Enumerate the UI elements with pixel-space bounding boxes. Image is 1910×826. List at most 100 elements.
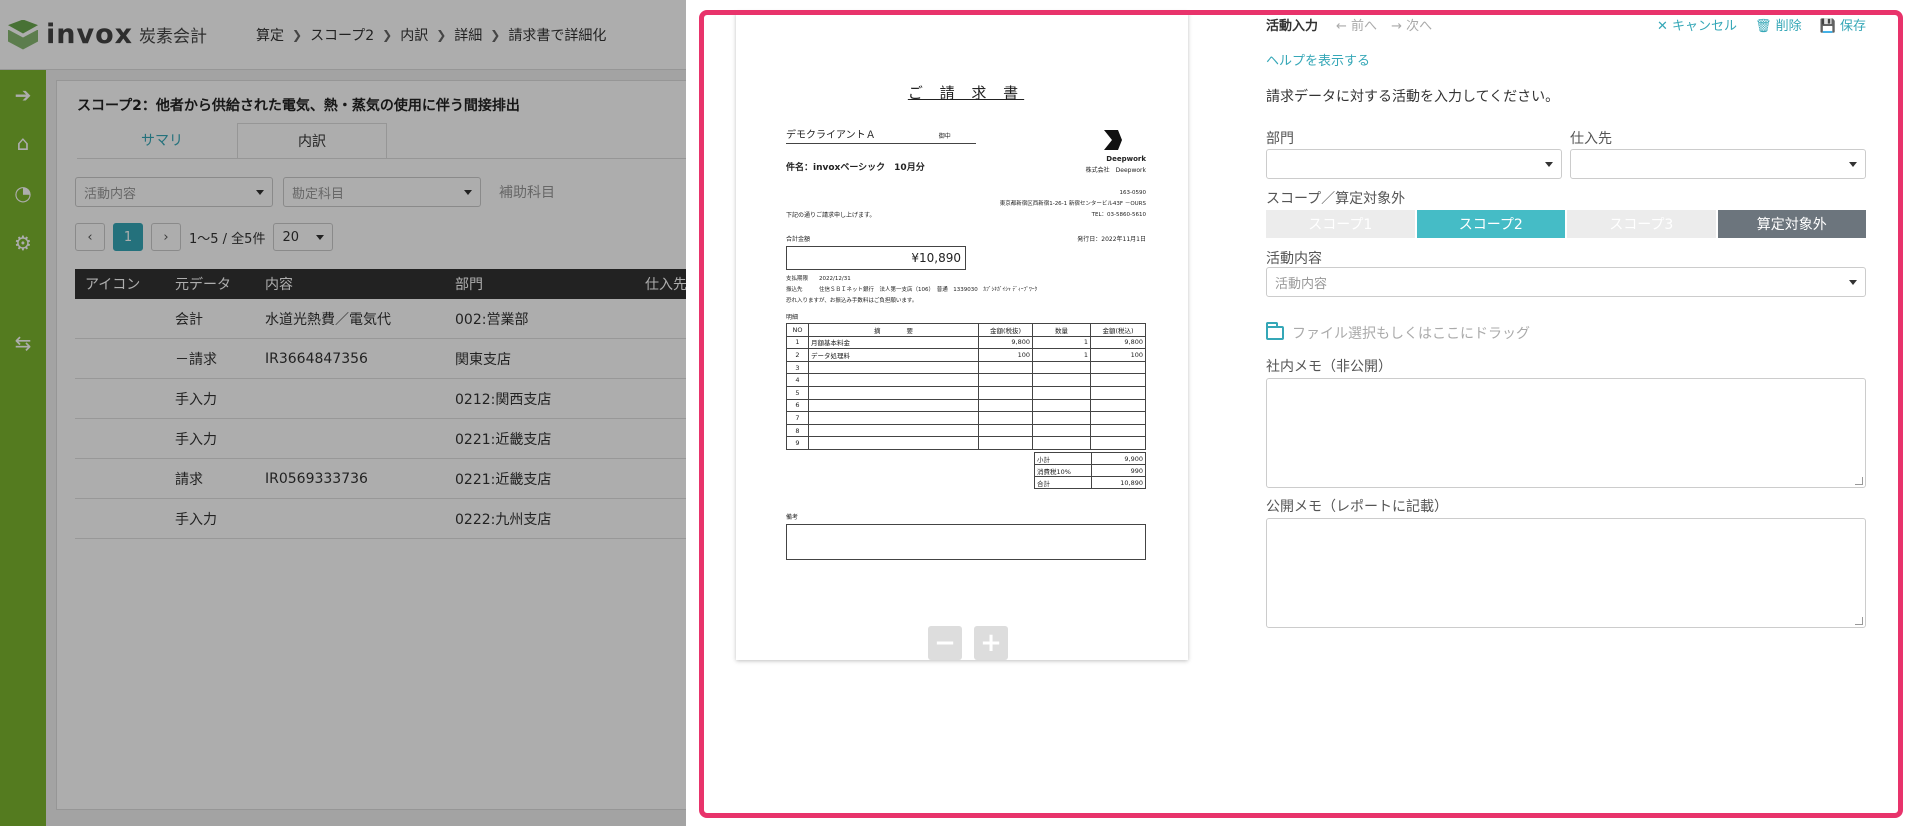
- file-drop-label: ファイル選択もしくはここにドラッグ: [1292, 326, 1530, 342]
- invoice-preview: ご 請 求 書 デモクライアントＡ 御中 件名：invoxベーシック 10月分 …: [736, 12, 1188, 660]
- invoice-subtotal-label: 小計: [1033, 452, 1093, 465]
- table-row[interactable]: －請求 IR3664847356 関東支店: [75, 339, 715, 379]
- invoice-item-no: 5: [786, 385, 809, 400]
- toolbar-actions: ✕ キャンセル 🗑 削除 💾 保存: [1657, 15, 1866, 34]
- invoice-item-desc: データ処理料: [808, 348, 979, 362]
- logo[interactable]: invox 炭素会計: [8, 19, 256, 50]
- arrow-right-circle-icon[interactable]: ➔: [0, 80, 46, 110]
- prev-page-button[interactable]: ‹: [75, 223, 105, 251]
- sub-account-filter[interactable]: 補助科目: [499, 182, 555, 202]
- invoice-address-block: 163-0590 東京都新宿区西新宿1-26-1 新宿センタービル43F －OU…: [896, 188, 1146, 221]
- scope3-button[interactable]: スコープ3: [1567, 210, 1716, 238]
- tab-summary[interactable]: サマリ: [87, 123, 237, 159]
- cancel-button[interactable]: ✕ キャンセル: [1657, 15, 1737, 34]
- invoice-item-price: 100: [978, 348, 1033, 362]
- invoice-item-row: 5: [786, 385, 1146, 400]
- invoice-item-no: 4: [786, 373, 809, 387]
- excluded-button[interactable]: 算定対象外: [1717, 210, 1866, 238]
- transfer-icon[interactable]: ⇆: [0, 328, 46, 358]
- scope-title: スコープ2：他者から供給された電気、熱・蒸気の使用に伴う間接排出: [77, 98, 520, 114]
- activity-filter-select[interactable]: 活動内容: [75, 177, 273, 207]
- invoice-item-no: 2: [786, 348, 809, 362]
- breadcrumb-item[interactable]: 算定: [256, 25, 284, 45]
- invoice-note-box: [786, 524, 1146, 560]
- caret-down-icon: [1849, 161, 1857, 167]
- table-row[interactable]: 請求 IR0569333736 0221:近畿支店: [75, 459, 715, 499]
- deepwork-logo-icon: [1104, 130, 1122, 150]
- scope-card: スコープ2：他者から供給された電気、熱・蒸気の使用に伴う間接排出 サマリ 内訳 …: [56, 80, 717, 810]
- invoice-item-row: 4: [786, 373, 1146, 387]
- dept-select[interactable]: [1266, 149, 1562, 179]
- invoice-item-qty: 1: [1032, 348, 1091, 362]
- resize-handle-icon[interactable]: [1855, 477, 1863, 485]
- save-button[interactable]: 💾 保存: [1820, 15, 1866, 34]
- breadcrumb-item[interactable]: 詳細: [454, 25, 482, 45]
- invoice-bank: 振込先 住信ＳＢＩネット銀行 法人第一支店（106） 普通 1339030 ｶﾌ…: [786, 287, 1038, 293]
- cancel-label: キャンセル: [1671, 18, 1737, 34]
- scope1-button[interactable]: スコープ1: [1266, 210, 1415, 238]
- scope2-button[interactable]: スコープ2: [1416, 210, 1565, 238]
- supplier-select[interactable]: [1570, 149, 1866, 179]
- file-drop-zone[interactable]: ファイル選択もしくはここにドラッグ: [1266, 322, 1530, 343]
- public-memo-label: 公開メモ（レポートに記載）: [1266, 499, 1448, 515]
- form-title: 活動入力: [1266, 18, 1319, 34]
- invoice-company-line: 株式会社 Deepwork: [1085, 167, 1146, 174]
- logo-subtitle: 炭素会計: [139, 27, 208, 47]
- prev-button[interactable]: ← 前へ: [1336, 15, 1377, 34]
- internal-memo-input[interactable]: [1266, 378, 1866, 488]
- delete-button[interactable]: 🗑 削除: [1755, 15, 1802, 34]
- help-link[interactable]: ヘルプを表示する: [1266, 50, 1370, 69]
- tab-breakdown[interactable]: 内訳: [237, 123, 387, 159]
- sidebar: ➔ ⌂ ◔ ⚙ ⇆: [0, 70, 46, 826]
- home-icon[interactable]: ⌂: [0, 128, 46, 158]
- invoice-col-total: 金額(税込): [1090, 323, 1146, 337]
- invoice-col-qty: 数量: [1032, 323, 1091, 337]
- delete-label: 削除: [1775, 18, 1802, 34]
- pie-chart-icon[interactable]: ◔: [0, 178, 46, 208]
- chevron-left-icon: ‹: [87, 229, 93, 245]
- invoice-item-row: 9: [786, 436, 1146, 450]
- resize-handle-icon[interactable]: [1855, 617, 1863, 625]
- invoice-client-name: デモクライアントＡ: [786, 130, 876, 141]
- tabs: サマリ 内訳: [87, 123, 387, 159]
- activity-select[interactable]: 活動内容: [1266, 267, 1866, 297]
- zoom-in-button[interactable]: +: [974, 626, 1008, 660]
- app-header: invox 炭素会計 算定 ❯ スコープ2 ❯ 内訳 ❯ 詳細 ❯ 請求書で詳細…: [0, 0, 686, 70]
- zoom-out-button[interactable]: −: [928, 626, 962, 660]
- table-row[interactable]: 手入力 0222:九州支店: [75, 499, 715, 539]
- invoice-amount: ¥10,890: [786, 246, 966, 270]
- invoice-item-no: 1: [786, 335, 809, 350]
- invoice-client: デモクライアントＡ 御中: [786, 126, 976, 144]
- table-header: アイコン 元データ 内容 部門 仕入先: [75, 269, 715, 299]
- cell-source: 手入力: [175, 391, 217, 408]
- scope-label: スコープ／算定対象外: [1266, 191, 1406, 207]
- breadcrumb-item[interactable]: スコープ2: [310, 25, 374, 45]
- chevron-right-icon: ❯: [436, 27, 447, 42]
- account-filter-select[interactable]: 勘定科目: [283, 177, 481, 207]
- current-page-button[interactable]: 1: [113, 223, 143, 251]
- invoice-item-no: 8: [786, 423, 809, 438]
- chevron-right-icon: ❯: [490, 27, 501, 42]
- breadcrumb-item[interactable]: 内訳: [400, 25, 428, 45]
- next-page-button[interactable]: ›: [151, 223, 181, 251]
- trash-icon: 🗑: [1755, 18, 1776, 34]
- public-memo-input[interactable]: [1266, 518, 1866, 628]
- table-row[interactable]: 会計 水道光熱費／電気代 002:営業部: [75, 299, 715, 339]
- gear-icon[interactable]: ⚙: [0, 228, 46, 258]
- cell-source: 会計: [175, 311, 203, 328]
- table-row[interactable]: 手入力 0212:関西支店: [75, 379, 715, 419]
- invoice-items-header: NO 摘 要 金額(税抜) 数量 金額(税込): [786, 323, 1146, 337]
- cell-content: IR3664847356: [265, 350, 368, 367]
- invoice-item-price: 9,800: [978, 335, 1033, 350]
- main-content: スコープ2：他者から供給された電気、熱・蒸気の使用に伴う間接排出 サマリ 内訳 …: [46, 70, 717, 826]
- close-icon: ✕: [1656, 18, 1672, 34]
- page-size-select[interactable]: 20: [273, 223, 334, 251]
- invoice-company-block: Deepwork 株式会社 Deepwork: [1056, 154, 1146, 176]
- chevron-right-icon: ❯: [382, 27, 393, 42]
- table-row[interactable]: 手入力 0221:近畿支店: [75, 419, 715, 459]
- invoice-item-no: 3: [786, 360, 809, 375]
- next-button[interactable]: → 次へ: [1391, 15, 1432, 34]
- invoice-col-price: 金額(税抜): [978, 323, 1033, 337]
- invoice-total-label: 合計: [1033, 476, 1093, 489]
- caret-down-icon: [316, 234, 325, 240]
